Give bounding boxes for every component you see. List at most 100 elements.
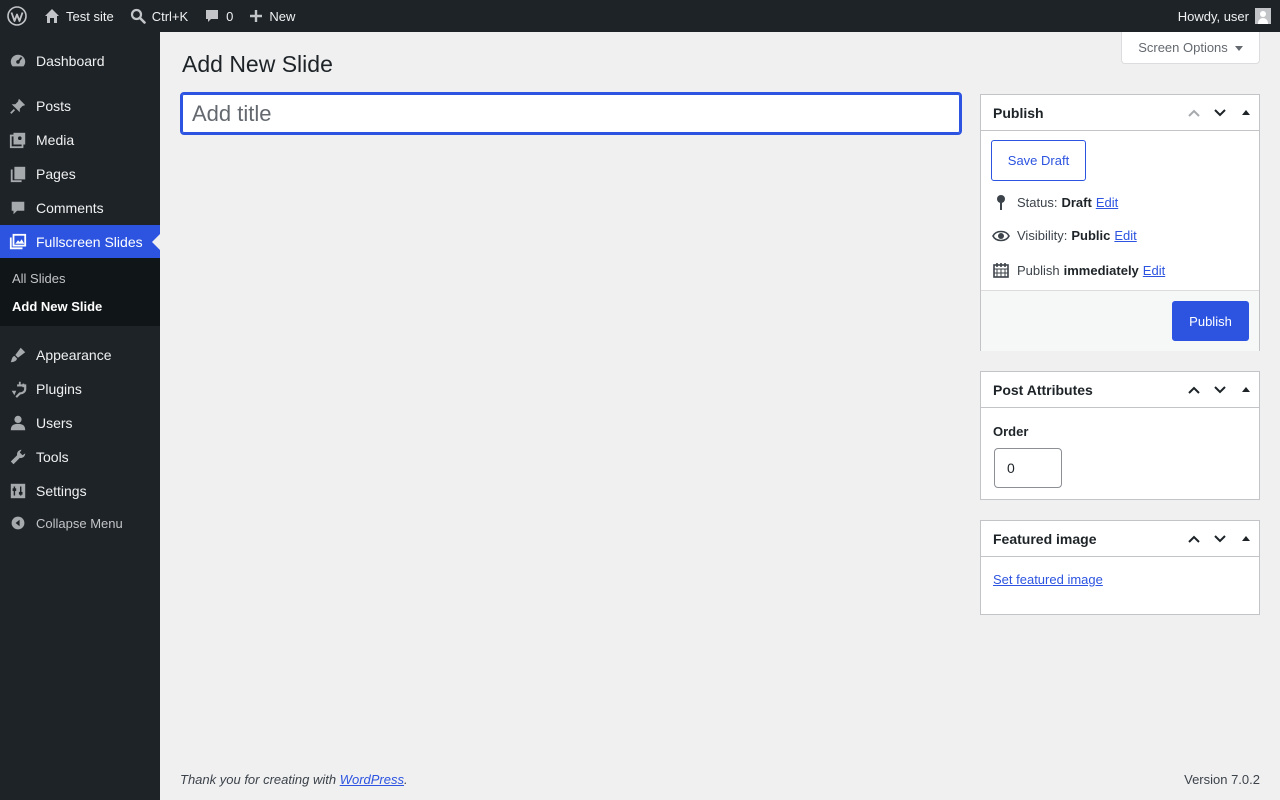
major-publishing-actions: Publish: [981, 290, 1259, 351]
screen-options-button[interactable]: Screen Options: [1121, 32, 1260, 64]
site-name-label: Test site: [66, 8, 114, 24]
sidebar-item-dashboard[interactable]: Dashboard: [0, 44, 160, 78]
publish-box-body: Save Draft Status: Draft Edit Visibility…: [981, 131, 1259, 351]
sidebar-item-label: Media: [36, 132, 75, 148]
greeting-label: Howdy, user: [1177, 8, 1249, 24]
publish-date-row: Publish immediately Edit: [991, 262, 1165, 278]
plus-icon: [249, 9, 263, 23]
chevron-up-icon: [1188, 386, 1200, 394]
sidebar-item-label: Settings: [36, 483, 87, 499]
comment-icon: [204, 8, 220, 24]
submenu-item-all-slides[interactable]: All Slides: [12, 271, 65, 286]
chevron-down-icon: [1214, 534, 1226, 542]
sidebar-item-label: Dashboard: [36, 53, 105, 69]
move-up-button[interactable]: [1181, 372, 1207, 408]
publish-box-header: Publish: [981, 95, 1259, 131]
post-attributes-header: Post Attributes: [981, 372, 1259, 408]
comment-icon: [0, 199, 36, 217]
avatar: [1255, 8, 1271, 24]
wordpress-logo-icon[interactable]: [0, 0, 36, 32]
move-down-button[interactable]: [1207, 95, 1233, 131]
sidebar-item-label: Posts: [36, 98, 72, 114]
post-attributes-title: Post Attributes: [993, 381, 1093, 398]
sidebar-item-comments[interactable]: Comments: [0, 191, 160, 225]
visibility-row: Visibility: Public Edit: [991, 228, 1137, 243]
site-name-link[interactable]: Test site: [36, 0, 122, 32]
wordpress-link[interactable]: WordPress: [340, 772, 404, 787]
page-title: Add New Slide: [182, 51, 333, 77]
toggle-arrow-icon: [1242, 536, 1250, 541]
status-label: Status:: [1017, 194, 1058, 210]
sidebar-item-fullscreen-slides[interactable]: Fullscreen Slides: [0, 225, 160, 259]
media-icon: [0, 131, 36, 149]
toggle-panel-button[interactable]: [1233, 372, 1259, 408]
sidebar-item-label: Fullscreen Slides: [36, 234, 143, 250]
publish-box: Publish Save Draft Status: Draft Edit Vi…: [980, 94, 1260, 351]
comments-link[interactable]: 0: [196, 0, 241, 32]
new-content-link[interactable]: New: [241, 0, 303, 32]
chevron-down-icon: [1214, 385, 1226, 393]
collapse-menu-button[interactable]: Collapse Menu: [0, 506, 160, 540]
dashboard-icon: [0, 52, 36, 70]
sidebar-item-label: Tools: [36, 449, 69, 465]
comments-count: 0: [226, 8, 234, 24]
sidebar-item-tools[interactable]: Tools: [0, 440, 160, 474]
slides-icon: [0, 233, 36, 251]
featured-image-title: Featured image: [993, 530, 1097, 547]
footer-version: Version 7.0.2: [1184, 772, 1260, 787]
sidebar-item-media[interactable]: Media: [0, 123, 160, 157]
edit-publish-date-link[interactable]: Edit: [1143, 263, 1165, 278]
slides-submenu: All Slides Add New Slide: [0, 258, 160, 326]
chevron-down-icon: [1214, 108, 1226, 116]
featured-image-box: Featured image Set featured image: [980, 520, 1260, 615]
admin-bar: Test site Ctrl+K 0 New Howdy, user: [0, 0, 1280, 32]
settings-icon: [0, 482, 36, 500]
home-icon: [44, 8, 60, 24]
set-featured-image-link[interactable]: Set featured image: [993, 572, 1103, 587]
post-attributes-box: Post Attributes Order: [980, 371, 1260, 500]
move-down-button[interactable]: [1207, 372, 1233, 408]
sidebar-item-label: Comments: [36, 200, 104, 216]
pin-icon: [991, 194, 1011, 210]
sidebar-item-pages[interactable]: Pages: [0, 157, 160, 191]
search-icon: [130, 8, 146, 24]
sidebar-item-label: Users: [36, 415, 73, 431]
eye-icon: [991, 229, 1011, 243]
chevron-up-icon: [1188, 109, 1200, 117]
publish-box-title: Publish: [993, 104, 1044, 121]
submenu-item-add-new-slide[interactable]: Add New Slide: [12, 299, 102, 314]
footer-thanks-suffix: .: [404, 772, 408, 787]
collapse-arrow-icon: [0, 515, 36, 531]
shortcut-label: Ctrl+K: [151, 8, 189, 24]
publish-button[interactable]: Publish: [1172, 301, 1249, 341]
edit-status-link[interactable]: Edit: [1096, 195, 1118, 210]
sidebar-item-users[interactable]: Users: [0, 406, 160, 440]
command-palette-button[interactable]: Ctrl+K: [122, 0, 196, 32]
save-draft-button[interactable]: Save Draft: [991, 140, 1086, 181]
sidebar-item-label: Plugins: [36, 381, 82, 397]
move-up-button[interactable]: [1181, 95, 1207, 131]
collapse-menu-label: Collapse Menu: [36, 515, 123, 531]
sidebar-item-settings[interactable]: Settings: [0, 474, 160, 508]
visibility-label: Visibility:: [1017, 228, 1068, 243]
edit-visibility-link[interactable]: Edit: [1114, 228, 1136, 243]
sidebar-item-label: Pages: [36, 166, 76, 182]
move-down-button[interactable]: [1207, 521, 1233, 557]
toggle-panel-button[interactable]: [1233, 95, 1259, 131]
sidebar-item-label: Appearance: [36, 347, 112, 363]
brush-icon: [0, 346, 36, 364]
toggle-panel-button[interactable]: [1233, 521, 1259, 557]
order-label: Order: [993, 424, 1029, 439]
new-label: New: [269, 8, 296, 24]
post-title-input[interactable]: [180, 92, 962, 135]
pages-icon: [0, 165, 36, 183]
pin-icon: [0, 97, 36, 115]
order-input[interactable]: [994, 448, 1062, 488]
caret-down-icon: [1234, 46, 1243, 51]
my-account-menu[interactable]: Howdy, user: [1170, 0, 1280, 32]
sidebar-item-posts[interactable]: Posts: [0, 89, 160, 123]
move-up-button[interactable]: [1181, 521, 1207, 557]
sidebar-item-appearance[interactable]: Appearance: [0, 338, 160, 372]
footer-thanks-text: Thank you for creating with: [180, 772, 337, 787]
sidebar-item-plugins[interactable]: Plugins: [0, 372, 160, 406]
